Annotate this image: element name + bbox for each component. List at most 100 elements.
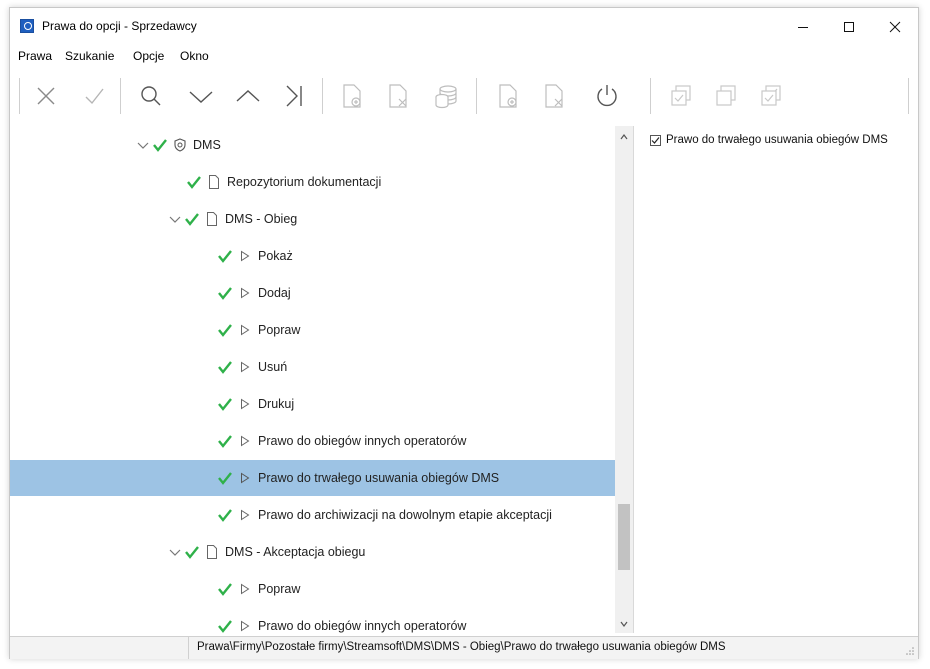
- tree-row[interactable]: Prawo do obiegów innych operatorów: [10, 425, 633, 457]
- check-icon: [218, 249, 232, 263]
- add-document-icon[interactable]: [336, 80, 368, 112]
- triangle-icon: [238, 249, 252, 263]
- menu-opcje[interactable]: Opcje: [133, 49, 164, 63]
- add-document-icon[interactable]: [492, 80, 524, 112]
- right-checkbox-row[interactable]: Prawo do trwałego usuwania obiegów DMS: [650, 134, 888, 146]
- toolbar-separator: [19, 78, 20, 114]
- toolbar-separator: [476, 78, 477, 114]
- triangle-icon: [238, 323, 252, 337]
- toolbar-separator: [120, 78, 121, 114]
- check-icon: [153, 138, 167, 152]
- tree-row[interactable]: Prawo do archiwizacji na dowolnym etapie…: [10, 499, 633, 531]
- accept-icon[interactable]: [78, 80, 110, 112]
- document-icon: [207, 175, 221, 189]
- tree-row-label: Drukuj: [258, 397, 295, 411]
- menu-bar: Prawa Szukanie Opcje Okno: [10, 46, 918, 68]
- tree-row-label: Prawo do obiegów innych operatorów: [258, 619, 467, 633]
- chevron-down-icon[interactable]: [169, 546, 181, 558]
- check-icon: [218, 397, 232, 411]
- tree-row[interactable]: Dodaj: [10, 277, 633, 309]
- tree-row[interactable]: Popraw: [10, 314, 633, 346]
- remove-document-icon[interactable]: [538, 80, 570, 112]
- tree-row-label: DMS: [193, 138, 221, 152]
- tree-row[interactable]: Popraw: [10, 573, 633, 605]
- tree-row-selected[interactable]: Prawo do trwałego usuwania obiegów DMS: [10, 460, 633, 496]
- menu-szukanie[interactable]: Szukanie: [65, 49, 114, 63]
- toolbar-separator: [322, 78, 323, 114]
- status-divider: [188, 637, 189, 659]
- menu-prawa[interactable]: Prawa: [18, 49, 52, 63]
- triangle-icon: [238, 508, 252, 522]
- status-path: Prawa\Firmy\Pozostałe firmy\Streamsoft\D…: [197, 641, 726, 653]
- menu-okno[interactable]: Okno: [180, 49, 209, 63]
- check-icon: [218, 582, 232, 596]
- tree-row-label: Popraw: [258, 323, 301, 337]
- resize-grip-icon[interactable]: [905, 646, 915, 656]
- chevron-down-icon[interactable]: [169, 213, 181, 225]
- checkbox[interactable]: [650, 134, 661, 146]
- cancel-icon[interactable]: [30, 80, 62, 112]
- check-icon: [185, 212, 199, 226]
- triangle-icon: [238, 286, 252, 300]
- tree-row[interactable]: Prawo do obiegów innych operatorów: [10, 610, 633, 633]
- scroll-down-icon[interactable]: [615, 615, 633, 633]
- toolbar-separator: [650, 78, 651, 114]
- tree-row-label: Dodaj: [258, 286, 291, 300]
- toolbar-separator: [908, 78, 909, 114]
- tree-scrollbar[interactable]: [615, 126, 633, 633]
- check-copy-icon[interactable]: [755, 80, 787, 112]
- tree-row-label: Prawo do archiwizacji na dowolnym etapie…: [258, 508, 552, 522]
- tree-row-label: DMS - Obieg: [225, 212, 298, 226]
- tree-row-label: Prawo do obiegów innych operatorów: [258, 434, 467, 448]
- toolbar: [10, 72, 918, 124]
- main-window: Prawa do opcji - Sprzedawcy Prawa Szukan…: [9, 7, 919, 659]
- tree-row[interactable]: DMS - Akceptacja obiegu: [10, 536, 633, 568]
- database-icon[interactable]: [430, 80, 462, 112]
- check-icon: [185, 545, 199, 559]
- triangle-icon: [238, 582, 252, 596]
- check-icon: [218, 619, 232, 633]
- tree-row-label: Prawo do trwałego usuwania obiegów DMS: [258, 471, 500, 485]
- triangle-icon: [238, 360, 252, 374]
- shield-icon: [173, 138, 187, 152]
- document-icon: [205, 212, 219, 226]
- chevron-down-icon[interactable]: [185, 80, 217, 112]
- tree-row-label: Repozytorium dokumentacji: [227, 175, 382, 189]
- maximize-button[interactable]: [826, 8, 872, 46]
- tree-row[interactable]: Usuń: [10, 351, 633, 383]
- check-icon: [218, 286, 232, 300]
- check-icon: [218, 471, 232, 485]
- window-title: Prawa do opcji - Sprzedawcy: [42, 19, 197, 33]
- minimize-button[interactable]: [780, 8, 826, 46]
- power-icon[interactable]: [591, 80, 623, 112]
- check-all-icon[interactable]: [665, 80, 697, 112]
- copy-icon[interactable]: [710, 80, 742, 112]
- tree-row[interactable]: Pokaż: [10, 240, 633, 272]
- tree-row-label: DMS - Akceptacja obiegu: [225, 545, 366, 559]
- check-icon: [218, 360, 232, 374]
- app-icon: [20, 19, 34, 33]
- tree-row-label: Usuń: [258, 360, 288, 374]
- tree-row[interactable]: DMS - Obieg: [10, 203, 633, 235]
- check-icon: [218, 323, 232, 337]
- scroll-up-icon[interactable]: [615, 128, 633, 146]
- tree-row[interactable]: Repozytorium dokumentacji: [10, 166, 633, 198]
- check-icon: [218, 508, 232, 522]
- triangle-icon: [238, 434, 252, 448]
- scroll-thumb[interactable]: [618, 504, 630, 570]
- check-icon: [187, 175, 201, 189]
- remove-document-icon[interactable]: [382, 80, 414, 112]
- search-icon[interactable]: [135, 80, 167, 112]
- right-pane: Prawo do trwałego usuwania obiegów DMS: [634, 126, 918, 633]
- close-button[interactable]: [872, 8, 918, 46]
- chevron-down-icon[interactable]: [137, 139, 149, 151]
- document-icon: [205, 545, 219, 559]
- tree-row[interactable]: DMS: [10, 129, 633, 161]
- triangle-icon: [238, 397, 252, 411]
- triangle-icon: [238, 619, 252, 633]
- status-bar: Prawa\Firmy\Pozostałe firmy\Streamsoft\D…: [10, 636, 918, 659]
- chevron-up-icon[interactable]: [232, 80, 264, 112]
- tree-row-label: Popraw: [258, 582, 301, 596]
- tree-row[interactable]: Drukuj: [10, 388, 633, 420]
- go-to-last-icon[interactable]: [278, 80, 310, 112]
